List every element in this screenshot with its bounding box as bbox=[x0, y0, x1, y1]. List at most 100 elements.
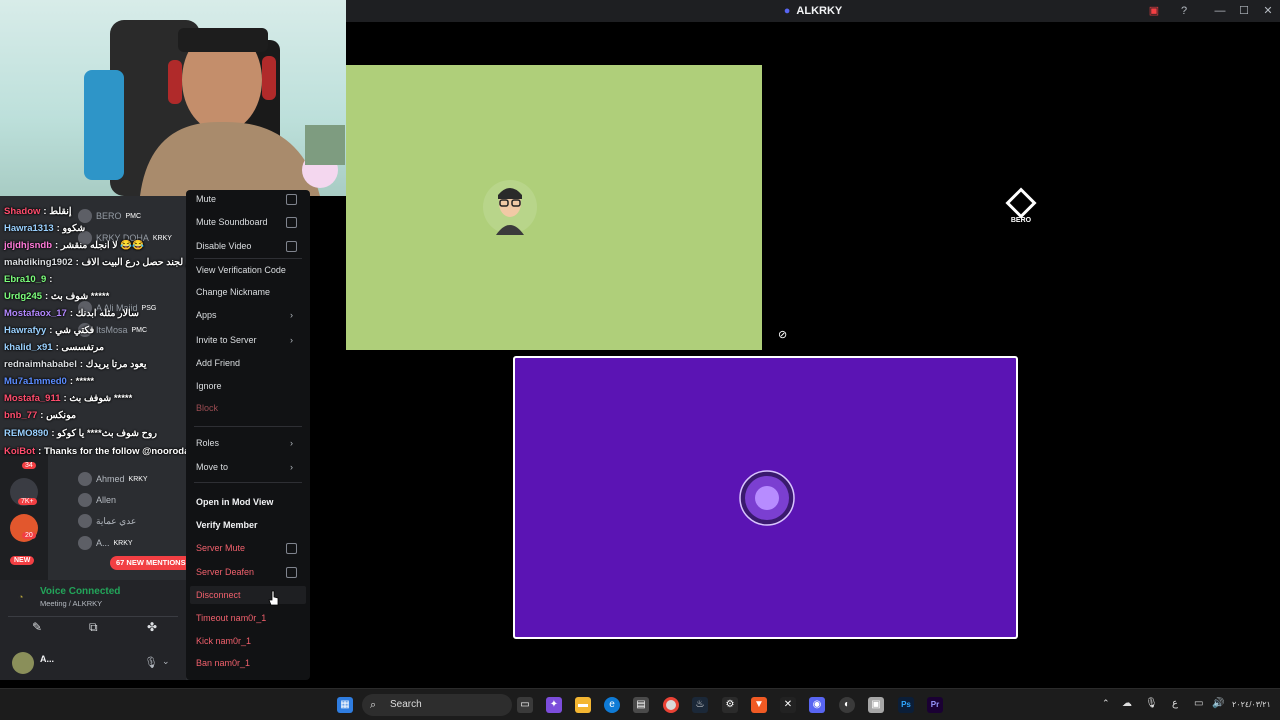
chevron-right-icon: › bbox=[290, 335, 293, 345]
menu-item-server-mute[interactable]: Server Mute bbox=[196, 543, 245, 553]
menu-divider bbox=[194, 426, 302, 427]
chat-line: Shadow: إنقلط bbox=[4, 206, 72, 217]
menu-item-roles[interactable]: Roles bbox=[196, 438, 219, 448]
clock-date[interactable]: ٢٠٢٤/٠٣/٢١ bbox=[1232, 700, 1271, 709]
steam-icon[interactable]: ♨ bbox=[692, 697, 708, 713]
menu-item-open-in-mod-view[interactable]: Open in Mod View bbox=[196, 497, 273, 507]
chrome-icon[interactable] bbox=[663, 697, 679, 713]
server-mute-checkbox[interactable] bbox=[286, 543, 297, 554]
chat-line: Hawra1313: شكوو bbox=[4, 223, 86, 234]
display-icon[interactable]: ▭ bbox=[1194, 698, 1203, 709]
signal-icon: ◔ bbox=[18, 592, 24, 602]
minimize-button[interactable]: — bbox=[1212, 3, 1228, 19]
menu-item-ignore[interactable]: Ignore bbox=[196, 381, 222, 391]
voice-panel: ◔ Voice Connected Meeting / ALKRKY ✎ ⧉ ✤… bbox=[0, 580, 186, 680]
menu-item-verify-member[interactable]: Verify Member bbox=[196, 520, 258, 530]
maximize-button[interactable]: ☐ bbox=[1236, 3, 1252, 19]
chat-line: Hawrafyy: فكتي شي bbox=[4, 325, 95, 336]
mute-soundboard-checkbox[interactable] bbox=[286, 217, 297, 228]
member-item[interactable]: Allen bbox=[78, 491, 120, 509]
windows-taskbar: ▦ ⌕ Search ▭ ✦ ▬ e ▤ ♨ ⚙ ▼ ✕ ◉ ◐ ▣ Ps Pr… bbox=[0, 688, 1280, 720]
voice-channel[interactable]: Meeting / ALKRKY bbox=[40, 599, 102, 608]
microphone-icon[interactable]: 🎙 bbox=[1145, 698, 1158, 709]
server-list: 34 7K+ 20 NEW bbox=[0, 450, 48, 580]
menu-item-mute-soundboard[interactable]: Mute Soundboard bbox=[196, 217, 268, 227]
cloud-icon[interactable]: ☁ bbox=[1122, 698, 1132, 709]
menu-item-invite-to-server[interactable]: Invite to Server bbox=[196, 335, 257, 345]
menu-divider bbox=[194, 482, 302, 483]
menu-item-change-nickname[interactable]: Change Nickname bbox=[196, 287, 270, 297]
avatar bbox=[78, 536, 92, 550]
disable-video-checkbox[interactable] bbox=[286, 241, 297, 252]
app-icon[interactable]: ◐ bbox=[839, 697, 855, 713]
premiere-icon[interactable]: Pr bbox=[927, 697, 943, 713]
copilot-icon[interactable]: ✦ bbox=[546, 697, 562, 713]
video-tile-purple[interactable] bbox=[513, 356, 1018, 639]
menu-item-disconnect[interactable]: Disconnect bbox=[196, 590, 241, 600]
mute-checkbox[interactable] bbox=[286, 194, 297, 205]
store-icon[interactable]: ▤ bbox=[633, 697, 649, 713]
video-tile-green[interactable] bbox=[346, 65, 762, 350]
search-icon: ⌕ bbox=[370, 699, 377, 711]
camera-icon[interactable]: ✎ bbox=[32, 620, 42, 634]
voice-status[interactable]: Voice Connected bbox=[40, 586, 120, 597]
avatar bbox=[78, 514, 92, 528]
task-view-icon[interactable]: ▭ bbox=[517, 697, 533, 713]
chat-line: khalid_x91: مرتفسسى bbox=[4, 342, 105, 353]
settings-icon[interactable]: ⚙ bbox=[722, 697, 738, 713]
close-button[interactable]: ✕ bbox=[1260, 3, 1276, 19]
bero-badge: BERO bbox=[1005, 187, 1037, 228]
chevron-right-icon: › bbox=[290, 438, 293, 448]
menu-item-apps[interactable]: Apps bbox=[196, 310, 217, 320]
chevron-up-icon[interactable]: ⌃ bbox=[1102, 698, 1110, 709]
member-item[interactable]: A... KRKY bbox=[78, 534, 133, 552]
taskbar-search[interactable]: ⌕ Search bbox=[362, 694, 512, 716]
menu-item-mute[interactable]: Mute bbox=[196, 194, 216, 204]
webcam-image bbox=[84, 20, 345, 196]
photoshop-icon[interactable]: Ps bbox=[898, 697, 914, 713]
member-item[interactable]: عدي عماية bbox=[78, 512, 140, 530]
chevron-down-icon[interactable]: ⌄ bbox=[162, 656, 170, 667]
server-deafen-checkbox[interactable] bbox=[286, 567, 297, 578]
chat-line: Ebra10_9: bbox=[4, 274, 53, 285]
menu-item-ban[interactable]: Ban nam0r_1 bbox=[196, 658, 250, 668]
menu-item-server-deafen[interactable]: Server Deafen bbox=[196, 567, 254, 577]
menu-item-move-to[interactable]: Move to bbox=[196, 462, 228, 472]
activities-icon[interactable]: ✤ bbox=[147, 620, 157, 634]
member-item[interactable]: Ahmed KRKY bbox=[78, 470, 148, 488]
x-icon[interactable]: ✕ bbox=[780, 697, 796, 713]
volume-icon[interactable]: 🔊 bbox=[1212, 698, 1224, 709]
help-icon[interactable]: ? bbox=[1176, 3, 1192, 19]
chat-line: jdjdhjsndb: لا انجله منقشر 😂😂 bbox=[4, 240, 144, 251]
user-context-menu: Mute Mute Soundboard Disable Video View … bbox=[186, 190, 310, 680]
start-icon[interactable]: ▦ bbox=[337, 697, 353, 713]
app-icon[interactable]: ▣ bbox=[868, 697, 884, 713]
chat-line: rednaimhababel: يعود مرتا يريدك bbox=[4, 359, 147, 370]
menu-item-disable-video[interactable]: Disable Video bbox=[196, 241, 251, 251]
chat-line: bnb_77: مونكس bbox=[4, 410, 77, 421]
menu-divider bbox=[194, 258, 302, 259]
menu-item-timeout[interactable]: Timeout nam0r_1 bbox=[196, 613, 266, 623]
avatar[interactable] bbox=[12, 652, 34, 674]
guild-badge: 7K+ bbox=[18, 498, 37, 505]
new-badge: NEW bbox=[10, 556, 35, 565]
microphone-icon[interactable]: 🎙 bbox=[144, 656, 158, 669]
avatar bbox=[739, 470, 795, 526]
divider bbox=[8, 616, 178, 617]
menu-item-view-verification-code[interactable]: View Verification Code bbox=[196, 265, 286, 275]
menu-item-block[interactable]: Block bbox=[196, 403, 218, 413]
screenshare-icon[interactable]: ⧉ bbox=[89, 620, 98, 635]
edge-icon[interactable]: e bbox=[604, 697, 620, 713]
avatar bbox=[78, 493, 92, 507]
chevron-right-icon: › bbox=[290, 462, 293, 472]
new-mentions-pill[interactable]: 67 NEW MENTIONS bbox=[110, 556, 192, 570]
language-icon[interactable]: ع bbox=[1172, 698, 1178, 709]
brave-icon[interactable]: ▼ bbox=[751, 697, 767, 713]
screenshare-icon[interactable]: ▣ bbox=[1146, 3, 1162, 19]
file-explorer-icon[interactable]: ▬ bbox=[575, 697, 591, 713]
discord-icon[interactable]: ◉ bbox=[809, 697, 825, 713]
chat-line: REMO890: روح شوف بث**** يا كوكو bbox=[4, 428, 157, 439]
member-item[interactable]: BERO PMC bbox=[78, 207, 141, 225]
menu-item-add-friend[interactable]: Add Friend bbox=[196, 358, 240, 368]
menu-item-kick[interactable]: Kick nam0r_1 bbox=[196, 636, 251, 646]
